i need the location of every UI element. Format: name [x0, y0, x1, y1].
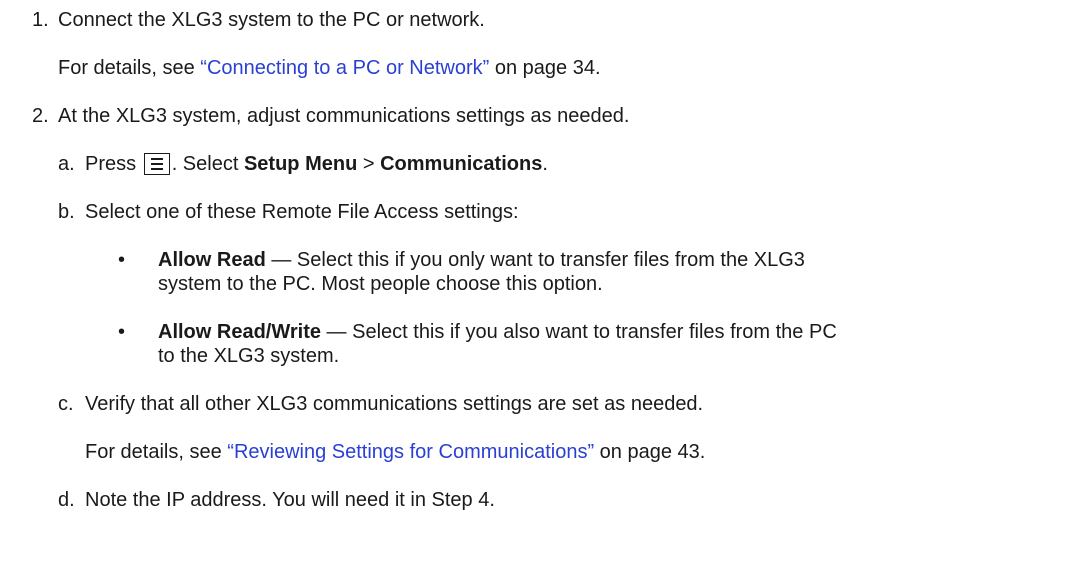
option-name: Allow Read/Write	[158, 321, 321, 343]
menu-path-setup: Setup Menu	[243, 153, 358, 175]
bullet-text-continued: system to the PC. Most people choose thi…	[158, 273, 603, 295]
period: .	[542, 153, 548, 175]
substep-text: Note the IP address. You will need it in…	[85, 489, 495, 511]
substep-letter: b.	[58, 201, 75, 223]
bullet-text: Allow Read — Select this if you only wan…	[158, 248, 805, 272]
step-text: At the XLG3 system, adjust communication…	[58, 105, 630, 127]
step-number: 2.	[32, 105, 49, 127]
details-paragraph: For details, see “Connecting to a PC or …	[58, 56, 601, 80]
menu-path-communications: Communications	[380, 153, 543, 175]
menu-list-icon	[143, 153, 170, 175]
details-prefix: For details, see	[58, 57, 201, 79]
select-text: . Select	[171, 153, 244, 175]
bullet-mark: •	[118, 321, 126, 343]
cross-reference-link[interactable]: “Connecting to a PC or Network”	[200, 57, 489, 79]
step-text: Connect the XLG3 system to the PC or net…	[58, 9, 485, 31]
option-name: Allow Read	[158, 249, 266, 271]
substep-text: Verify that all other XLG3 communication…	[85, 393, 704, 415]
step-number: 1.	[32, 9, 49, 31]
menu-path-separator: >	[357, 153, 381, 175]
option-description: — Select this if you only want to transf…	[265, 249, 805, 271]
substep-text: Press . Select Setup Menu > Communicatio…	[85, 152, 548, 176]
bullet-text-continued: to the XLG3 system.	[158, 345, 340, 367]
details-prefix: For details, see	[85, 441, 228, 463]
bullet-mark: •	[118, 249, 126, 271]
details-suffix: on page 34.	[489, 57, 601, 79]
substep-text: Select one of these Remote File Access s…	[85, 201, 519, 223]
substep-letter: d.	[58, 489, 75, 511]
option-description: — Select this if you also want to transf…	[321, 321, 837, 343]
substep-letter: a.	[58, 153, 75, 175]
substep-letter: c.	[58, 393, 74, 415]
bullet-text: Allow Read/Write — Select this if you al…	[158, 320, 837, 344]
details-suffix: on page 43.	[594, 441, 706, 463]
cross-reference-link[interactable]: “Reviewing Settings for Communications”	[227, 441, 594, 463]
details-paragraph: For details, see “Reviewing Settings for…	[85, 440, 705, 464]
press-text: Press	[85, 153, 142, 175]
